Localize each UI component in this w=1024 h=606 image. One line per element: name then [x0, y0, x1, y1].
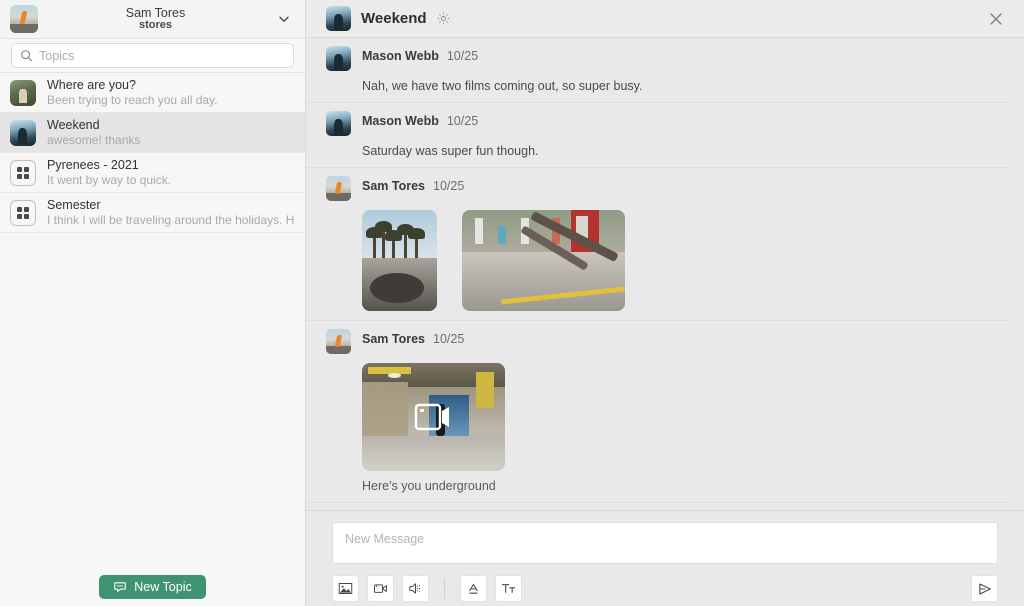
- message-timestamp: 10/25: [433, 179, 464, 193]
- insert-image-button[interactable]: [332, 575, 359, 602]
- message-attachments: [306, 210, 1010, 311]
- grid-icon: [10, 200, 36, 226]
- search-box[interactable]: [11, 43, 294, 68]
- chat-header: Weekend: [306, 0, 1024, 38]
- search-input[interactable]: [39, 49, 285, 63]
- new-message-input[interactable]: [332, 522, 998, 564]
- image-icon: [338, 581, 353, 596]
- sidebar-header: Sam Tores stores: [0, 0, 305, 39]
- message-item: Sam Tores 10/25: [306, 321, 1010, 503]
- message-timestamp: 10/25: [433, 332, 464, 346]
- topic-snippet: I think I will be traveling around the h…: [47, 213, 295, 228]
- attachment-caption: Here's you underground: [306, 479, 1010, 493]
- composer-toolbar: [332, 575, 998, 602]
- insert-video-button[interactable]: [367, 575, 394, 602]
- message-item: Mason Webb 10/25 Nah, we have two films …: [306, 38, 1010, 103]
- avatar: [326, 329, 351, 354]
- topic-thumb-forest: [10, 80, 36, 106]
- topic-title: Semester: [47, 198, 295, 213]
- message-text: Saturday was super fun though.: [306, 144, 1010, 158]
- chat-bubble-icon: [113, 580, 127, 594]
- avatar: [326, 111, 351, 136]
- video-play-badge-icon: [414, 400, 454, 434]
- message-timestamp: 10/25: [447, 114, 478, 128]
- sidebar-item-where-are-you[interactable]: Where are you? Been trying to reach you …: [0, 73, 305, 113]
- page-title: Weekend: [361, 10, 427, 27]
- attachment-skatepark-palms[interactable]: [362, 210, 437, 311]
- avatar: [326, 176, 351, 201]
- new-topic-button[interactable]: New Topic: [99, 575, 205, 599]
- gear-icon[interactable]: [436, 11, 451, 26]
- topic-title: Weekend: [47, 118, 295, 133]
- sidebar-item-pyrenees-2021[interactable]: Pyrenees - 2021 It went by way to quick.: [0, 153, 305, 193]
- text-color-button[interactable]: [460, 575, 487, 602]
- chat-avatar: [326, 6, 351, 31]
- topic-snippet: It went by way to quick.: [47, 173, 295, 188]
- topic-snippet: Been trying to reach you all day.: [47, 93, 295, 108]
- topic-list: Where are you? Been trying to reach you …: [0, 73, 305, 567]
- grid-icon: [10, 160, 36, 186]
- message-item: Sam Tores 10/25: [306, 168, 1010, 321]
- video-camera-icon: [373, 581, 388, 596]
- chat-pane: Weekend: [306, 0, 1024, 606]
- message-item: Mason Webb 10/25 Saturday was super fun …: [306, 103, 1010, 168]
- font-size-button[interactable]: [495, 575, 522, 602]
- topic-thumb-climber: [10, 120, 36, 146]
- message-attachments: [306, 363, 1010, 471]
- account-name: Sam Tores: [38, 7, 273, 20]
- avatar: [326, 46, 351, 71]
- sidebar-item-weekend[interactable]: Weekend awesome! thanks: [0, 113, 305, 153]
- sidebar-item-semester[interactable]: Semester I think I will be traveling aro…: [0, 193, 305, 233]
- attachment-skatepark-bowl[interactable]: [462, 210, 625, 311]
- sidebar-footer: New Topic: [0, 567, 305, 606]
- insert-audio-button[interactable]: [402, 575, 429, 602]
- search-icon: [20, 49, 33, 62]
- new-topic-label: New Topic: [134, 580, 191, 594]
- close-icon[interactable]: [984, 7, 1008, 31]
- topic-title: Pyrenees - 2021: [47, 158, 295, 173]
- message-author: Mason Webb: [362, 49, 439, 63]
- account-title: Sam Tores stores: [38, 7, 273, 32]
- app-root: Sam Tores stores Where are you?: [0, 0, 1024, 606]
- message-list[interactable]: Mason Webb 10/25 Nah, we have two films …: [306, 38, 1024, 510]
- topic-title: Where are you?: [47, 78, 295, 93]
- message-author: Mason Webb: [362, 114, 439, 128]
- message-timestamp: 10/25: [447, 49, 478, 63]
- toolbar-divider: [444, 578, 445, 599]
- account-avatar[interactable]: [10, 5, 38, 33]
- send-arrow-icon: [977, 581, 993, 597]
- message-author: Sam Tores: [362, 179, 425, 193]
- message-composer: [306, 510, 1024, 606]
- message-text: Nah, we have two films coming out, so su…: [306, 79, 1010, 93]
- account-org: stores: [38, 20, 273, 32]
- message-author: Sam Tores: [362, 332, 425, 346]
- message-item: Mason Webb 10/25 awesome! thanks: [306, 503, 1010, 510]
- chevron-down-icon[interactable]: [273, 8, 295, 30]
- speaker-icon: [408, 581, 423, 596]
- sidebar-search-row: [0, 39, 305, 73]
- attachment-underground-video[interactable]: [362, 363, 505, 471]
- underlined-a-icon: [466, 581, 481, 596]
- topic-snippet: awesome! thanks: [47, 133, 295, 148]
- send-button[interactable]: [971, 575, 998, 602]
- sidebar: Sam Tores stores Where are you?: [0, 0, 306, 606]
- text-size-icon: [501, 581, 516, 596]
